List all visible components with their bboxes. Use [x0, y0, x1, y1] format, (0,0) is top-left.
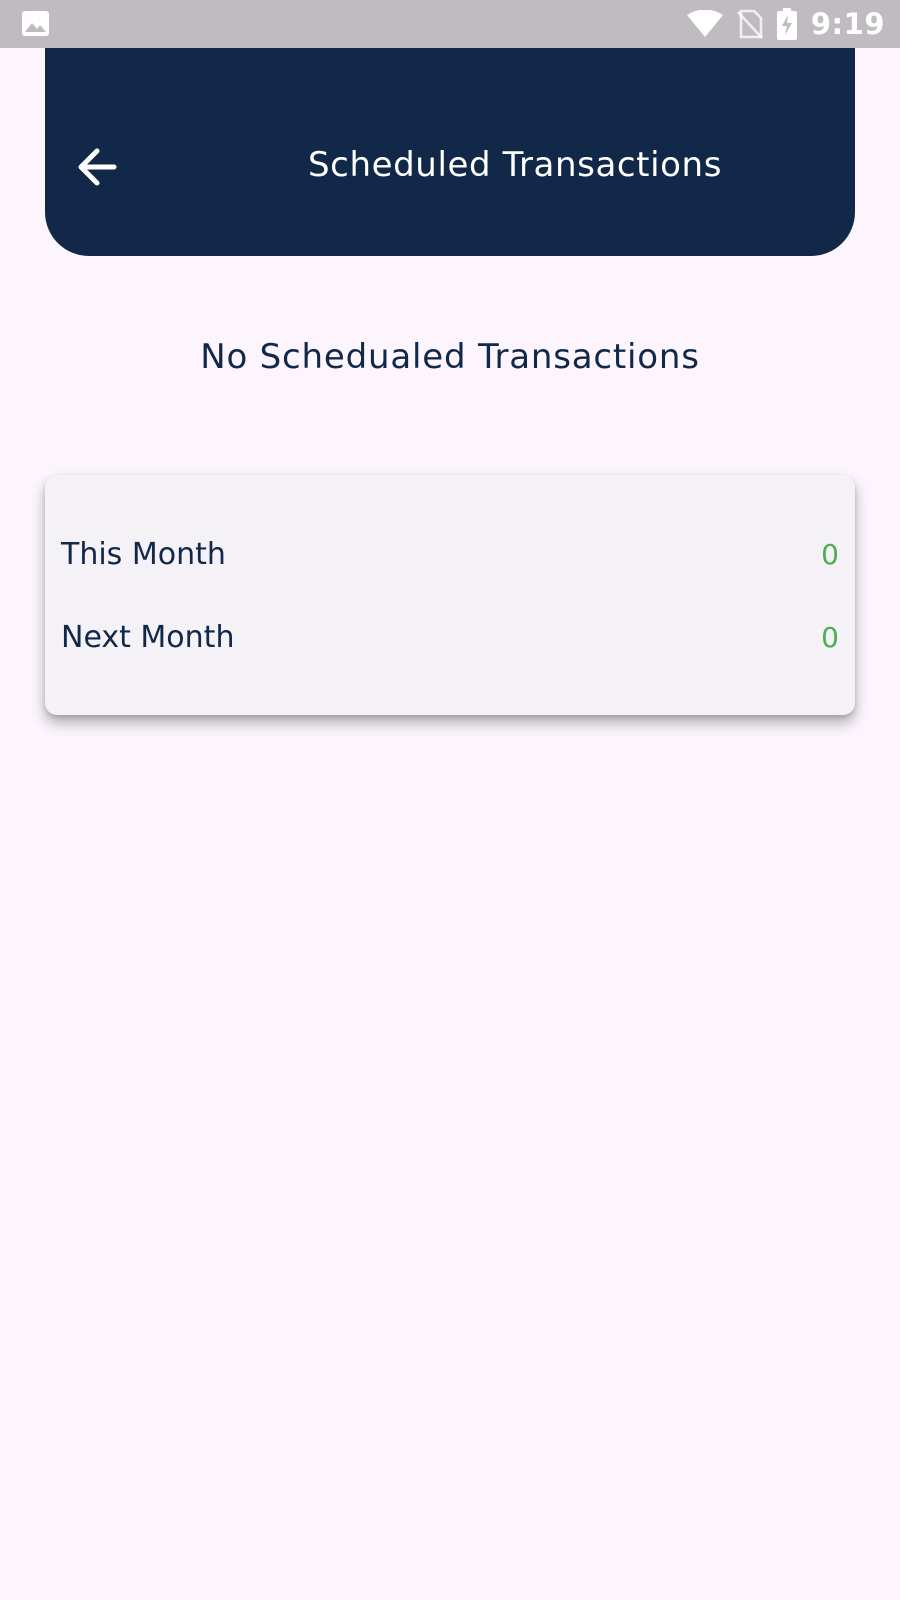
wifi-icon	[686, 10, 723, 37]
status-bar: 9:19	[0, 0, 900, 48]
battery-charging-icon	[776, 8, 797, 40]
this-month-label: This Month	[61, 536, 226, 572]
summary-row-next-month: Next Month 0	[61, 615, 839, 659]
empty-state-message: No Schedualed Transactions	[200, 337, 700, 377]
back-button[interactable]	[73, 143, 121, 191]
next-month-value: 0	[821, 620, 839, 654]
page-title: Scheduled Transactions	[307, 145, 723, 185]
gallery-icon	[22, 11, 49, 36]
app-header: Scheduled Transactions	[45, 48, 855, 256]
summary-row-this-month: This Month 0	[61, 532, 839, 576]
status-icons: 9:19	[686, 0, 885, 48]
no-sim-icon	[736, 9, 763, 39]
arrow-left-icon	[78, 148, 117, 186]
next-month-label: Next Month	[61, 619, 235, 655]
status-time: 9:19	[810, 7, 885, 41]
summary-card: This Month 0 Next Month 0	[45, 475, 855, 715]
this-month-value: 0	[821, 537, 839, 571]
